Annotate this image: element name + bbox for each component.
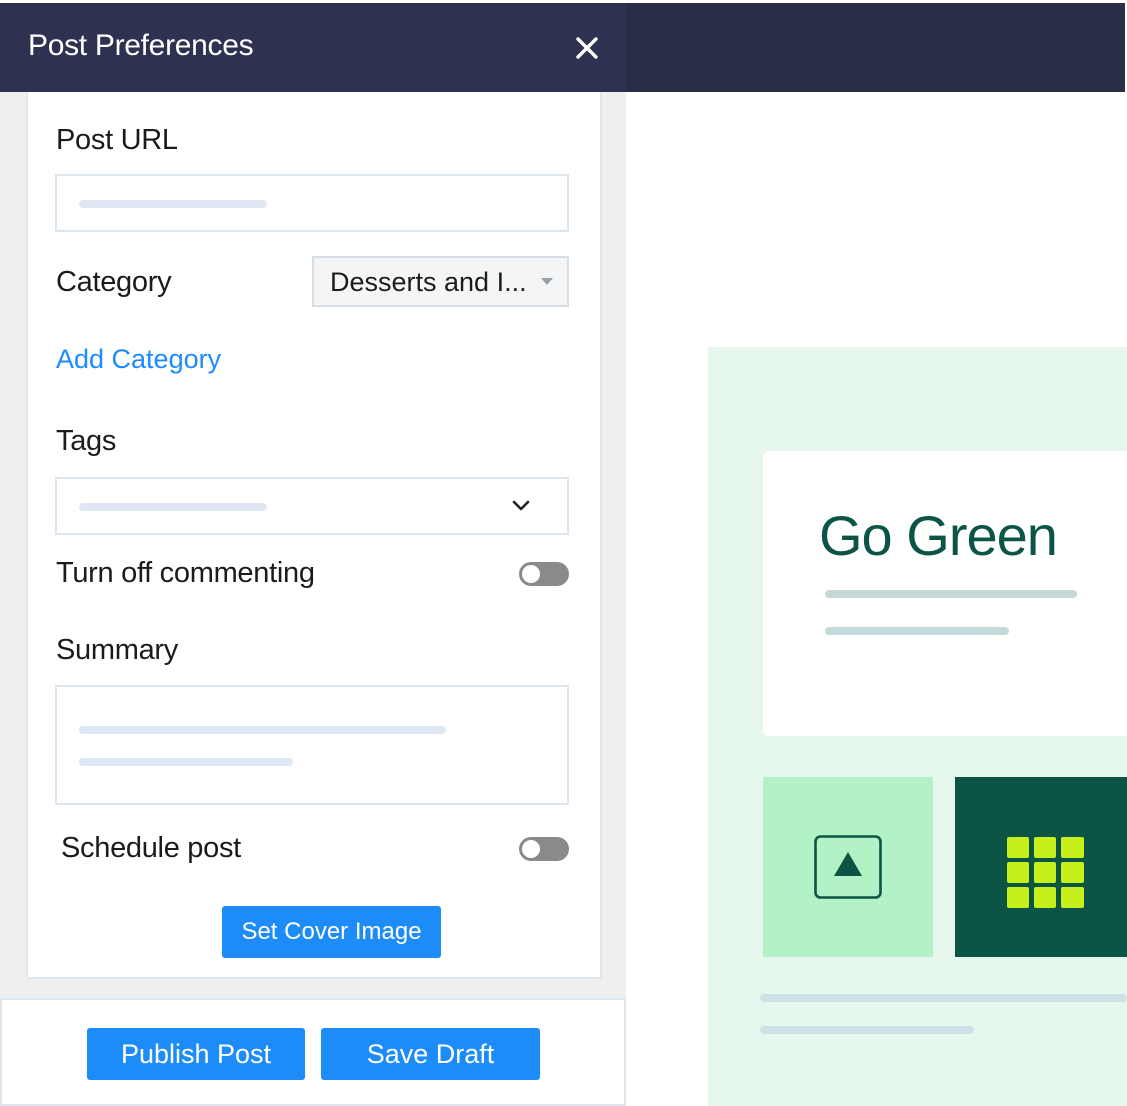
toggle-knob [522,565,540,583]
grid-icon [1007,837,1084,908]
top-bar: Post Preferences [0,3,1125,92]
turn-off-commenting-label: Turn off commenting [56,557,315,589]
caret-down-icon [541,278,553,285]
summary-label: Summary [56,634,178,666]
preview-text-line [825,590,1077,598]
close-icon[interactable] [572,33,602,63]
panel-title: Post Preferences [28,29,254,62]
tags-placeholder [79,503,267,511]
save-draft-button[interactable]: Save Draft [321,1028,540,1080]
chevron-down-icon[interactable] [511,499,531,513]
preview-title: Go Green [819,504,1058,567]
schedule-toggle[interactable] [519,837,569,861]
commenting-toggle[interactable] [519,562,569,586]
tags-label: Tags [56,425,117,457]
category-select[interactable]: Desserts and I... [312,256,569,307]
preview-text-line [825,627,1009,635]
post-url-label: Post URL [56,124,178,156]
schedule-post-label: Schedule post [61,832,241,864]
summary-placeholder-line-2 [79,758,293,766]
add-category-link[interactable]: Add Category [56,344,221,375]
set-cover-image-button[interactable]: Set Cover Image [222,906,441,958]
mountain-image-icon [814,835,882,899]
app-root: Post Preferences Post URL Category Desse… [0,0,1127,1106]
post-url-placeholder [79,200,267,208]
publish-post-button[interactable]: Publish Post [87,1028,305,1080]
toggle-knob [522,840,540,858]
summary-textarea[interactable] [55,685,569,805]
preview-text-line [760,1026,974,1034]
panel-header: Post Preferences [0,3,626,92]
summary-placeholder-line-1 [79,726,446,734]
category-selected-value: Desserts and I... [330,267,527,297]
post-url-input[interactable] [55,174,569,232]
preview-text-line [760,994,1127,1002]
tags-input[interactable] [55,477,569,535]
category-label: Category [56,266,172,298]
